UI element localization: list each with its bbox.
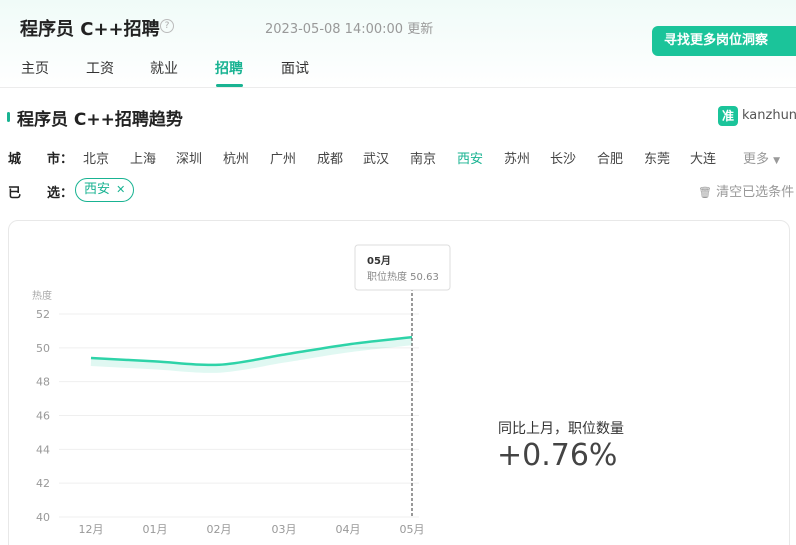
y-tick-label: 40 [36,511,50,524]
tab-salary[interactable]: 工资 [86,58,114,78]
x-tick-label: 02月 [207,523,232,536]
selected-chip-xian: 西安 ✕ [75,178,135,202]
more-cities-button[interactable]: 更多 ▼ [743,148,780,167]
city-option-dalian[interactable]: 大连 [690,148,716,167]
y-tick-label: 52 [36,308,50,321]
city-option-xian[interactable]: 西安 [457,148,483,167]
y-tick-label: 50 [36,342,50,355]
data-point [89,356,93,360]
page-title: 程序员 C++招聘 [20,19,160,40]
tooltip-category: 05月 [367,255,391,267]
trend-chart-card: 热度 40 42 44 46 48 50 52 12月 01月 02月 03月 04月 05月 05月 职位热… [8,220,790,545]
tab-interview[interactable]: 面试 [281,58,309,78]
tab-employment[interactable]: 就业 [150,58,178,78]
section-marker [7,112,10,122]
kanzhun-logo-icon: 准 [718,106,738,126]
clear-filters-label: 清空已选条件 [716,185,795,200]
selected-filter-label: 已 选： [8,186,74,201]
data-point [346,342,350,346]
series-line [90,335,413,367]
update-timestamp: 2023-05-08 14:00:00 更新 [265,22,434,37]
trend-line-chart[interactable]: 热度4042444648505212月 01月 02月 03月 04月 05月05月职位热… [9,221,791,545]
active-tab-indicator [216,84,243,87]
more-label: 更多 [743,152,770,167]
city-option-dongguan[interactable]: 东莞 [644,148,670,167]
selected-chip-label: 西安 [84,182,111,197]
y-axis-label: 热度 [32,289,52,302]
city-option-guangzhou[interactable]: 广州 [270,148,296,167]
y-tick-label: 44 [36,443,50,456]
city-option-beijing[interactable]: 北京 [83,148,109,167]
city-option-suzhou[interactable]: 苏州 [504,148,530,167]
x-tick-label: 01月 [143,523,168,536]
x-tick-label: 12月 [79,523,104,536]
trash-icon: 🗑 [698,186,712,199]
question-circle-icon[interactable]: ? [160,19,174,33]
city-option-hefei[interactable]: 合肥 [597,148,623,167]
city-option-chengdu[interactable]: 成都 [317,148,343,167]
city-option-changsha[interactable]: 长沙 [550,148,576,167]
find-more-insights-button[interactable]: 寻找更多岗位洞察 [652,26,796,56]
tooltip-box [354,244,451,291]
x-tick-label: 03月 [272,523,297,536]
city-option-shanghai[interactable]: 上海 [130,148,156,167]
data-point [153,359,157,363]
tab-home[interactable]: 主页 [21,58,49,78]
y-tick-label: 42 [36,477,50,490]
mom-stat-value: +0.76% [497,438,618,473]
mom-stat-label: 同比上月，职位数量 [498,421,624,437]
close-icon[interactable]: ✕ [116,183,125,196]
x-tick-label: 04月 [336,523,361,536]
clear-filters-button[interactable]: 🗑 清空已选条件 [698,181,794,200]
tooltip-value: 职位热度 50.63 [367,270,439,283]
y-tick-label: 46 [36,410,50,423]
y-tick-label: 48 [36,376,50,389]
top-header: 程序员 C++招聘 ? 2023-05-08 14:00:00 更新 寻找更多岗… [0,0,796,88]
city-option-nanjing[interactable]: 南京 [410,148,436,167]
chevron-down-icon: ▼ [773,156,781,166]
data-point [282,353,286,357]
data-point [217,363,221,367]
city-option-shenzhen[interactable]: 深圳 [176,148,202,167]
tab-recruitment[interactable]: 招聘 [215,58,243,78]
city-option-wuhan[interactable]: 武汉 [363,148,389,167]
brand-name: kanzhun [742,108,796,123]
series-line-shadow [90,337,413,373]
city-option-hangzhou[interactable]: 杭州 [223,148,249,167]
x-tick-label: 05月 [400,523,425,536]
section-title: 程序员 C++招聘趋势 [17,110,183,130]
city-filter-label: 城 市： [8,152,74,167]
